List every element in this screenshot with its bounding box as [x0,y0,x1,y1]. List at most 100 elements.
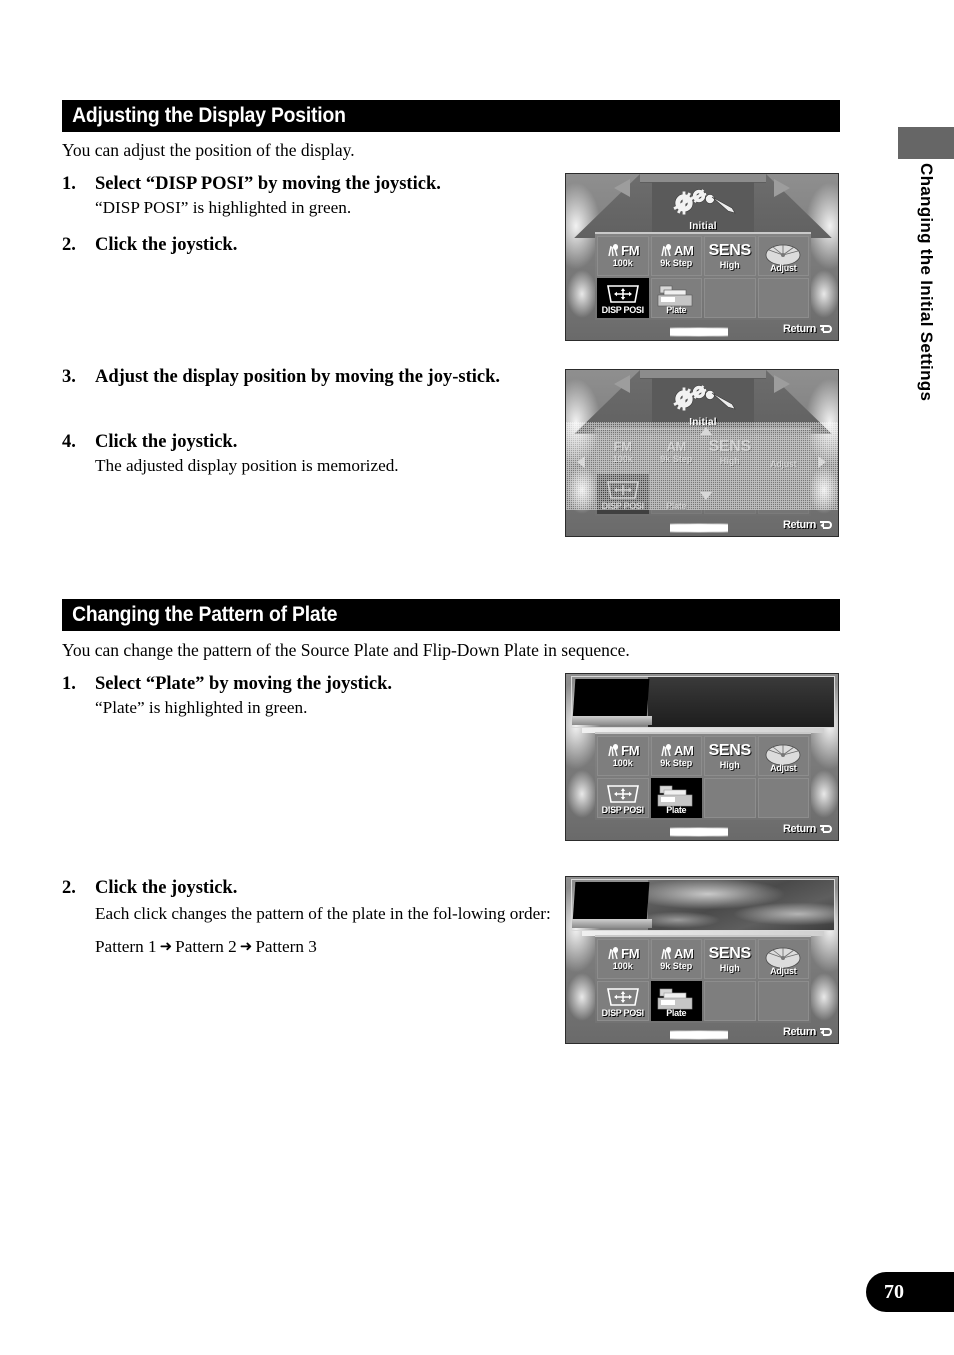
step-number: 3. [62,367,76,387]
plate-lip [572,919,652,928]
menu-tile-empty-1[interactable] [704,278,756,318]
menu-tile-adjust[interactable]: Adjust [757,939,809,979]
menu-tile-plate[interactable]: Plate [650,778,702,818]
section-heading-text: Changing the Pattern of Plate [72,603,338,626]
antenna-icon [661,244,672,257]
menu-tile-sens[interactable]: SENS High [704,736,756,776]
menu-tile-am-step[interactable]: AM 9k Step [650,939,702,979]
tile-sub-label: DISP POSI [601,805,644,815]
menu-tile-disp-posi[interactable]: DISP POSI [597,778,649,818]
menu-tile-empty-2[interactable] [757,278,809,318]
sequence-arrow-icon: ➜ [239,936,253,955]
step-number: 2. [62,235,76,255]
menu-tile-empty-2[interactable] [757,981,809,1021]
menu-tile-fm-step[interactable]: FM 100k [597,236,649,276]
step-body: Each click changes the pattern of the pl… [95,904,551,924]
menu-tile-plate[interactable]: Plate [650,981,702,1021]
menu-tile-am-step[interactable]: AM 9k Step [650,236,702,276]
return-button[interactable]: Return [783,519,832,531]
menu-tile-fm-step[interactable]: FM 100k [597,736,649,776]
return-arrow-icon [820,825,832,833]
menu-tile-empty-1[interactable] [704,778,756,818]
menu-tile-sens[interactable]: SENS High [704,939,756,979]
initial-header-tile[interactable]: Initial [652,182,754,234]
menu-grid: FM 100k AM 9k Step SENS High Adjust DISP… [595,232,811,320]
gears-icon [673,189,736,215]
antenna-icon [608,244,619,257]
menu-grid: FM 100k AM 9k Step SENS High Adjust DISP… [595,428,811,516]
gears-icon [673,385,736,411]
tile-sub-label: 9k Step [660,758,693,768]
tile-sub-label: High [719,259,740,270]
step-1-adjusting: 1. Select “DISP POSI” by moving the joys… [62,172,554,220]
tile-sub-label: 100k [612,454,633,464]
position-arrow-left-icon[interactable] [577,456,585,468]
step-number: 2. [62,878,76,898]
manual-page: Adjusting the Display Position You can a… [0,0,954,1355]
tile-main-label: AM [666,439,687,454]
tile-sub-label: High [719,759,740,770]
return-label: Return [782,1026,816,1038]
menu-tile-adjust[interactable]: Adjust [757,736,809,776]
tile-sub-label: Plate [666,501,687,511]
menu-tile-empty-2[interactable] [757,474,809,514]
tile-main-label: FM [606,947,640,960]
menu-tile-empty-2[interactable] [757,778,809,818]
screenshot-disp-posi-adjusting: Initial FM 100k AM 9k Step SENS High Adj… [565,369,839,537]
step-4-adjusting: 4. Click the joystick. The adjusted disp… [62,430,554,478]
plate-lip [572,716,652,725]
tile-sub-label: DISP POSI [601,1008,644,1018]
menu-tile-fm-step[interactable]: FM 100k [597,432,649,472]
menu-tile-sens[interactable]: SENS High [704,236,756,276]
step-number: 4. [62,432,76,452]
menu-tile-sens[interactable]: SENS High [704,432,756,472]
section-heading-text: Adjusting the Display Position [72,104,346,127]
tile-main-label: AM [659,744,694,757]
section-heading-changing-pattern-of-plate: Changing the Pattern of Plate [62,599,840,631]
tile-sub-label: 9k Step [660,961,693,971]
step-2-adjusting: 2. Click the joystick. [62,233,554,257]
source-plate-preview [571,676,835,728]
initial-header-tile[interactable]: Initial [652,378,754,430]
plate-left-face [572,882,650,922]
screenshot-disp-posi-selected: Initial FM 100k AM 9k Step SENS High Adj… [565,173,839,341]
menu-tile-disp-posi[interactable]: DISP POSI [597,278,649,318]
source-plate-preview [571,879,835,931]
return-arrow-icon [820,521,832,529]
tile-sub-label: Adjust [770,459,797,469]
menu-tile-fm-step[interactable]: FM 100k [597,939,649,979]
menu-tile-disp-posi[interactable]: DISP POSI [597,474,649,514]
menu-tile-plate[interactable]: Plate [650,278,702,318]
menu-tile-plate[interactable]: Plate [650,474,702,514]
pattern-1-label: Pattern 1 [95,936,157,956]
tile-sub-label: 9k Step [660,454,693,464]
return-button[interactable]: Return [783,323,832,335]
position-arrow-up-icon[interactable] [700,427,712,435]
menu-tile-adjust[interactable]: Adjust [757,432,809,472]
menu-tile-am-step[interactable]: AM 9k Step [650,736,702,776]
floor-lights [670,326,728,338]
menu-tile-am-step[interactable]: AM 9k Step [650,432,702,472]
antenna-icon [608,947,619,960]
return-label: Return [782,519,816,531]
edge-tab-block [898,127,954,159]
menu-tile-empty-1[interactable] [704,981,756,1021]
return-label: Return [782,323,816,335]
antenna-icon [661,947,672,960]
step-1-plate: 1. Select “Plate” by moving the joystick… [62,672,554,720]
position-arrow-down-icon[interactable] [700,492,712,500]
tile-sub-label: DISP POSI [601,501,644,511]
menu-tile-adjust[interactable]: Adjust [757,236,809,276]
return-button[interactable]: Return [783,823,832,835]
tile-main-label: AM [659,244,694,257]
position-arrow-right-icon[interactable] [818,456,826,468]
tile-sub-label: 100k [612,758,633,768]
return-button[interactable]: Return [783,1026,832,1038]
tile-sub-label: 100k [612,258,633,268]
tile-sub-label: High [719,962,740,973]
tile-sub-label: Adjust [770,263,797,273]
pattern-3-label: Pattern 3 [255,936,317,956]
menu-tile-disp-posi[interactable]: DISP POSI [597,981,649,1021]
step-number: 1. [62,674,76,694]
tile-sub-label: High [719,455,740,466]
